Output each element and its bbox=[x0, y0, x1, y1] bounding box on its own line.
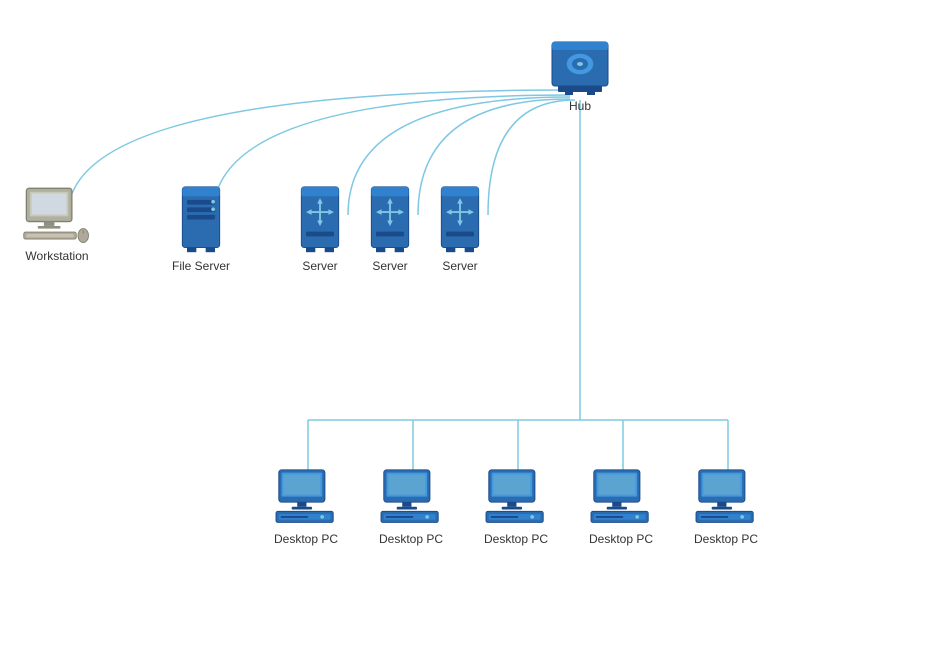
workstation-label: Workstation bbox=[25, 249, 88, 263]
server1-label: Server bbox=[302, 259, 337, 273]
server1-node: Server bbox=[295, 185, 345, 273]
server1-icon bbox=[295, 185, 345, 255]
server2-label: Server bbox=[372, 259, 407, 273]
desktop2-node: Desktop PC bbox=[375, 468, 447, 546]
desktop5-label: Desktop PC bbox=[694, 532, 758, 546]
file-server-icon bbox=[176, 185, 226, 255]
desktop4-node: Desktop PC bbox=[585, 468, 657, 546]
server3-icon bbox=[435, 185, 485, 255]
hub-label: Hub bbox=[569, 99, 591, 113]
hub-node: Hub bbox=[550, 40, 610, 113]
desktop3-icon bbox=[480, 468, 552, 528]
server3-node: Server bbox=[435, 185, 485, 273]
server2-icon bbox=[365, 185, 415, 255]
desktop4-icon bbox=[585, 468, 657, 528]
file-server-node: File Server bbox=[172, 185, 230, 273]
workstation-node: Workstation bbox=[22, 185, 92, 263]
desktop2-label: Desktop PC bbox=[379, 532, 443, 546]
desktop5-icon bbox=[690, 468, 762, 528]
desktop1-label: Desktop PC bbox=[274, 532, 338, 546]
desktop4-label: Desktop PC bbox=[589, 532, 653, 546]
network-diagram: Hub Workstation bbox=[0, 0, 938, 663]
desktop1-icon bbox=[270, 468, 342, 528]
server2-node: Server bbox=[365, 185, 415, 273]
server3-label: Server bbox=[442, 259, 477, 273]
desktop1-node: Desktop PC bbox=[270, 468, 342, 546]
desktop2-icon bbox=[375, 468, 447, 528]
desktop3-node: Desktop PC bbox=[480, 468, 552, 546]
hub-icon bbox=[550, 40, 610, 95]
file-server-label: File Server bbox=[172, 259, 230, 273]
desktop3-label: Desktop PC bbox=[484, 532, 548, 546]
desktop5-node: Desktop PC bbox=[690, 468, 762, 546]
connection-lines bbox=[0, 0, 938, 663]
workstation-icon bbox=[22, 185, 92, 245]
